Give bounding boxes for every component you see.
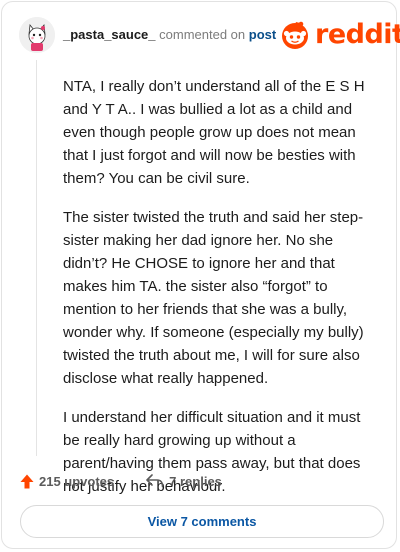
reddit-logo[interactable]: reddit: [279, 20, 400, 50]
reddit-snoo-icon: [282, 21, 308, 49]
username[interactable]: _pasta_sauce_: [63, 27, 156, 42]
comment-paragraph: NTA, I really don’t understand all of th…: [63, 78, 365, 187]
replies-button[interactable]: 7 replies: [146, 474, 222, 489]
upvote-button[interactable]: 215 upvotes: [20, 474, 114, 489]
cat-avatar-icon: [19, 17, 55, 53]
post-link[interactable]: post: [249, 27, 276, 42]
view-comments-button[interactable]: View 7 comments: [20, 505, 384, 538]
commented-on-text: commented on: [159, 27, 246, 42]
upvote-arrow-icon: [20, 474, 34, 488]
comment-footer: 215 upvotes 7 replies: [20, 470, 222, 492]
comment-paragraph: The sister twisted the truth and said he…: [63, 209, 364, 387]
comment-card: _pasta_sauce_ commented on post reddit N…: [1, 1, 400, 549]
thread-line[interactable]: [36, 60, 37, 456]
reply-count: 7 replies: [169, 473, 222, 489]
reply-arrow-icon: [146, 474, 164, 488]
comment-body: NTA, I really don’t understand all of th…: [63, 75, 375, 514]
avatar[interactable]: [19, 17, 55, 53]
comment-header: _pasta_sauce_ commented on post: [63, 27, 276, 42]
reddit-wordmark: reddit: [315, 19, 400, 50]
upvote-count: 215 upvotes: [39, 473, 115, 489]
